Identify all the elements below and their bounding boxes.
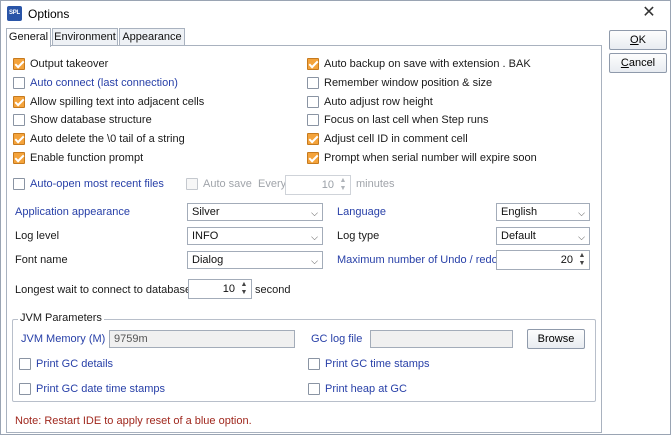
log-type-label: Log type [337, 230, 380, 242]
second-label: second [255, 284, 291, 296]
options-dialog: SPL Options ✕ General Environment Appear… [0, 0, 671, 435]
auto-connect-checkbox[interactable]: Auto connect (last connection) [13, 76, 178, 90]
checkbox-box[interactable] [13, 77, 25, 89]
font-name-label: Font name [15, 254, 68, 266]
ok-button[interactable]: OK [609, 30, 667, 50]
language-label: Language [337, 206, 386, 218]
close-icon[interactable]: ✕ [638, 3, 660, 23]
auto-delete-tail-checkbox[interactable]: Auto delete the \0 tail of a string [13, 132, 185, 146]
app-logo-icon: SPL [7, 6, 22, 21]
every-label: Every [258, 178, 287, 190]
serial-prompt-checkbox[interactable]: Prompt when serial number will expire so… [307, 151, 537, 165]
checkbox-box[interactable] [307, 114, 319, 126]
checkbox-box[interactable] [13, 133, 25, 145]
auto-open-recent-checkbox[interactable]: Auto-open most recent files [13, 177, 164, 191]
jvm-memory-input[interactable]: 9759m [109, 330, 295, 348]
appearance-select[interactable]: Silver ⌵ [187, 203, 323, 221]
chevron-down-icon: ⌵ [311, 208, 318, 218]
auto-backup-checkbox[interactable]: Auto backup on save with extension . BAK [307, 57, 531, 71]
jvm-memory-label: JVM Memory (M) [21, 333, 106, 345]
log-level-label: Log level [15, 230, 60, 242]
focus-last-cell-checkbox[interactable]: Focus on last cell when Step runs [307, 113, 488, 127]
checkbox-box[interactable] [19, 358, 31, 370]
restart-note: Note: Restart IDE to apply reset of a bl… [15, 415, 252, 427]
auto-adjust-row-checkbox[interactable]: Auto adjust row height [307, 95, 433, 109]
language-select[interactable]: English ⌵ [496, 203, 590, 221]
checkbox-box[interactable] [13, 152, 25, 164]
minutes-label: minutes [356, 178, 395, 190]
remember-window-checkbox[interactable]: Remember window position & size [307, 76, 492, 90]
auto-save-checkbox[interactable]: Auto save [186, 177, 252, 191]
gc-log-label: GC log file [311, 333, 363, 345]
chevron-down-icon: ⌵ [578, 208, 585, 218]
print-gc-details-checkbox[interactable]: Print GC details [19, 357, 113, 371]
spinner-arrows-icon[interactable]: ▲ ▼ [577, 252, 587, 268]
print-gc-time-stamps-checkbox[interactable]: Print GC time stamps [308, 357, 430, 371]
show-db-structure-checkbox[interactable]: Show database structure [13, 113, 152, 127]
function-prompt-checkbox[interactable]: Enable function prompt [13, 151, 143, 165]
checkbox-box[interactable] [308, 358, 320, 370]
checkbox-box[interactable] [13, 178, 25, 190]
gc-log-input[interactable] [370, 330, 513, 348]
title-bar: SPL Options ✕ [1, 1, 670, 27]
tab-appearance[interactable]: Appearance [119, 28, 185, 46]
font-name-select[interactable]: Dialog ⌵ [187, 251, 323, 269]
checkbox-box[interactable] [307, 152, 319, 164]
max-undo-label: Maximum number of Undo / redo [337, 254, 498, 266]
checkbox-box[interactable] [186, 178, 198, 190]
appearance-label: Application appearance [15, 206, 130, 218]
tab-general[interactable]: General [6, 28, 51, 47]
output-takeover-checkbox[interactable]: Output takeover [13, 57, 108, 71]
chevron-down-icon: ⌵ [311, 256, 318, 266]
print-gc-date-time-checkbox[interactable]: Print GC date time stamps [19, 382, 165, 396]
jvm-group-title: JVM Parameters [18, 312, 104, 324]
browse-button[interactable]: Browse [527, 329, 585, 349]
checkbox-box[interactable] [13, 58, 25, 70]
cancel-button[interactable]: Cancel [609, 53, 667, 73]
checkbox-box[interactable] [307, 96, 319, 108]
log-level-select[interactable]: INFO ⌵ [187, 227, 323, 245]
allow-spilling-checkbox[interactable]: Allow spilling text into adjacent cells [13, 95, 204, 109]
log-type-select[interactable]: Default ⌵ [496, 227, 590, 245]
window-title: Options [28, 7, 70, 21]
chevron-down-icon: ⌵ [311, 232, 318, 242]
checkbox-box[interactable] [308, 383, 320, 395]
chevron-down-icon: ⌵ [578, 232, 585, 242]
checkbox-box[interactable] [307, 133, 319, 145]
spinner-arrows-icon[interactable]: ▲ ▼ [239, 281, 249, 297]
spinner-arrows-icon[interactable]: ▲ ▼ [338, 177, 348, 193]
db-wait-label: Longest wait to connect to database [15, 284, 192, 296]
auto-save-interval-stepper[interactable]: 10 ▲ ▼ [285, 175, 351, 195]
tab-environment[interactable]: Environment [52, 28, 118, 46]
checkbox-box[interactable] [307, 58, 319, 70]
checkbox-box[interactable] [19, 383, 31, 395]
checkbox-box[interactable] [13, 96, 25, 108]
db-wait-stepper[interactable]: 10 ▲ ▼ [188, 279, 252, 299]
max-undo-stepper[interactable]: 20 ▲ ▼ [496, 250, 590, 270]
print-heap-checkbox[interactable]: Print heap at GC [308, 382, 407, 396]
adjust-cell-id-checkbox[interactable]: Adjust cell ID in comment cell [307, 132, 468, 146]
checkbox-box[interactable] [13, 114, 25, 126]
checkbox-box[interactable] [307, 77, 319, 89]
